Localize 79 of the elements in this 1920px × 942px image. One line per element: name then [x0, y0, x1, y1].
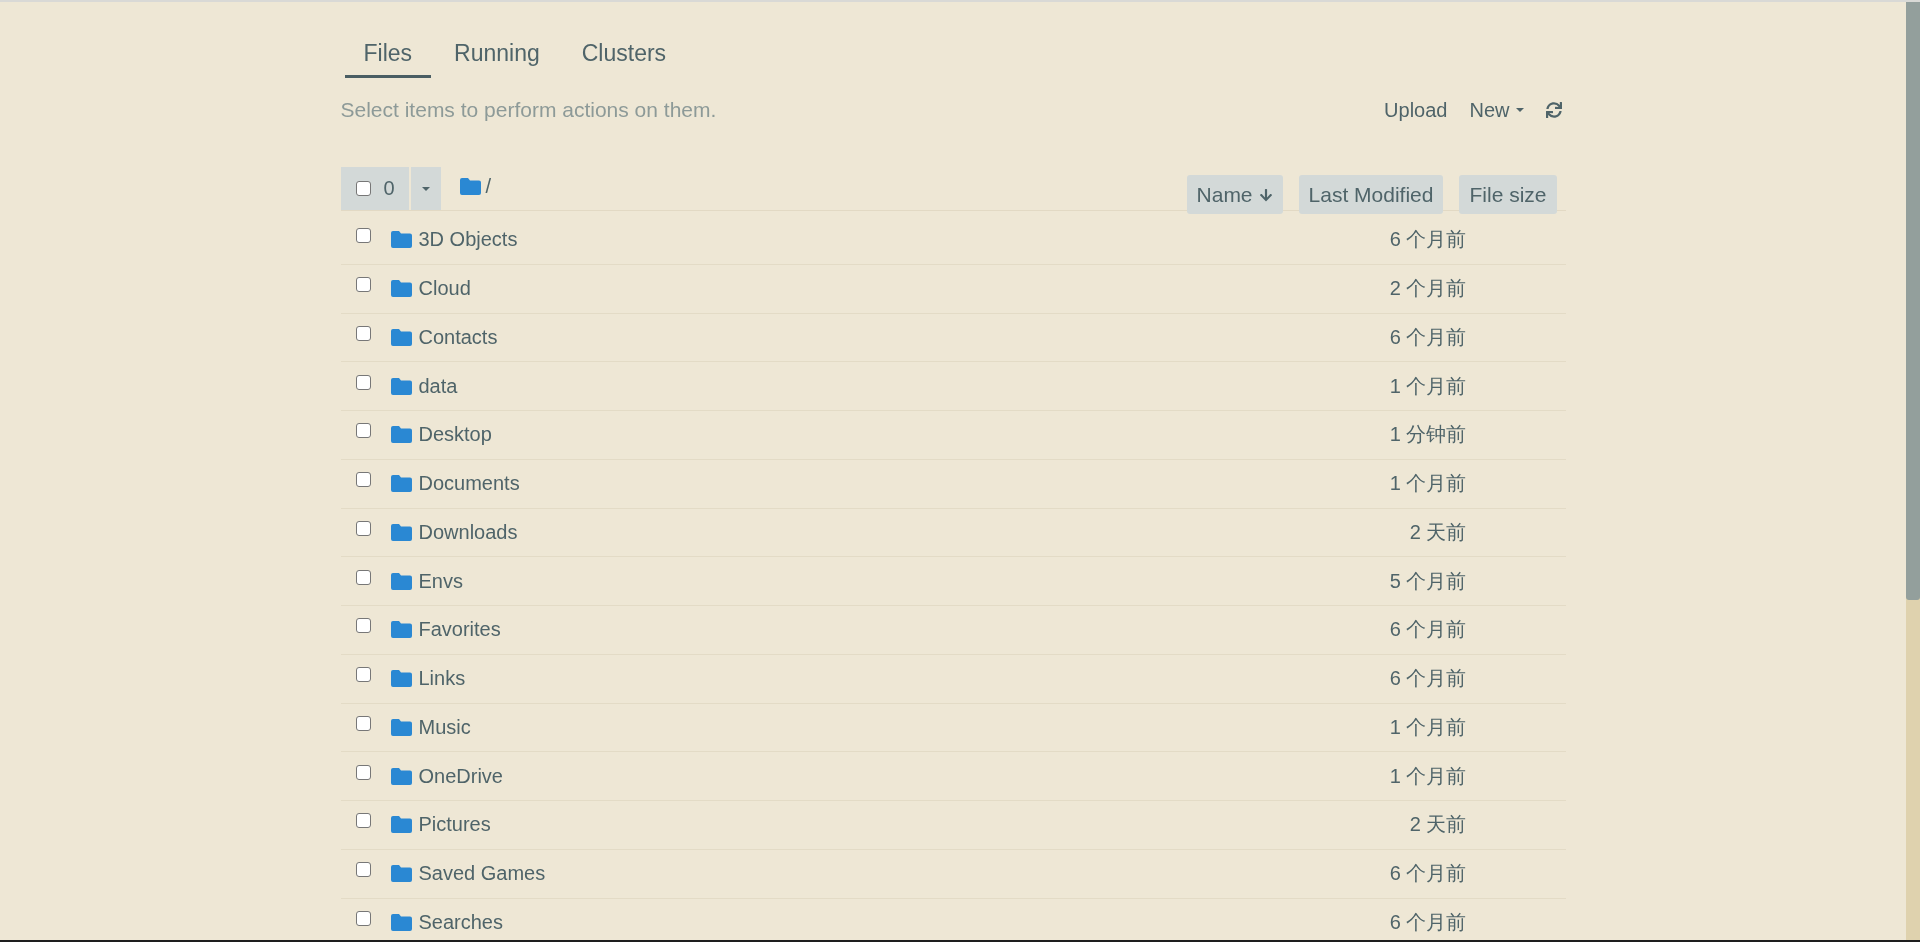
upload-button[interactable]: Upload	[1384, 98, 1448, 122]
checkbox[interactable]	[355, 910, 371, 926]
modified-time: 6 个月前	[1389, 909, 1467, 935]
modified-time: 6 个月前	[1389, 666, 1467, 692]
folder-icon	[390, 913, 412, 931]
checkbox[interactable]	[355, 569, 371, 585]
modified-time: 2 天前	[1409, 519, 1467, 545]
scrollbar[interactable]	[1906, 2, 1920, 940]
arrow-down-icon	[1258, 187, 1273, 202]
folder-icon	[390, 328, 412, 346]
tab[interactable]: Clusters	[562, 33, 686, 78]
refresh-icon[interactable]	[1545, 102, 1562, 118]
checkbox[interactable]	[355, 374, 371, 390]
checkbox[interactable]	[355, 423, 371, 439]
checkbox[interactable]	[355, 862, 371, 878]
folder-icon	[390, 426, 412, 444]
tab[interactable]: Running	[435, 33, 559, 78]
checkbox[interactable]	[355, 472, 371, 488]
modified-time: 6 个月前	[1389, 617, 1467, 643]
checkbox[interactable]	[355, 618, 371, 634]
checkbox[interactable]	[355, 667, 371, 683]
modified-time: 2 天前	[1409, 812, 1467, 838]
checkbox[interactable]	[355, 813, 371, 829]
caret-icon	[1515, 108, 1524, 112]
folder-icon	[390, 767, 412, 785]
folder-link[interactable]: Documents	[418, 472, 520, 496]
sort-button[interactable]: Last Modified	[1298, 175, 1444, 214]
folder-icon	[390, 523, 412, 541]
new-button[interactable]: New	[1469, 98, 1524, 122]
checkbox[interactable]	[355, 181, 371, 196]
modified-time: 1 个月前	[1389, 714, 1467, 740]
folder-link[interactable]: Contacts	[418, 325, 498, 349]
sort-button[interactable]: Name	[1186, 175, 1283, 214]
checkbox[interactable]	[355, 228, 371, 244]
modified-time: 6 个月前	[1389, 324, 1467, 350]
folder-link[interactable]: 3D Objects	[418, 228, 518, 252]
checkbox[interactable]	[355, 325, 371, 341]
folder-link[interactable]: data	[418, 374, 458, 398]
modified-time: 1 个月前	[1389, 471, 1467, 497]
modified-time: 6 个月前	[1389, 227, 1467, 253]
folder-link[interactable]: Pictures	[418, 813, 491, 837]
tab[interactable]: Files	[344, 33, 432, 78]
checkbox[interactable]	[355, 764, 371, 780]
checkbox[interactable]	[355, 277, 371, 293]
caret-icon	[421, 186, 430, 191]
folder-icon	[390, 865, 412, 883]
modified-time: 2 个月前	[1389, 276, 1467, 302]
folder-icon	[390, 475, 412, 493]
folder-link[interactable]: Downloads	[418, 520, 518, 544]
folder-link[interactable]: Desktop	[418, 423, 492, 447]
folder-link[interactable]: Saved Games	[418, 862, 546, 886]
folder-icon	[390, 572, 412, 590]
modified-time: 1 分钟前	[1389, 422, 1467, 448]
checkbox[interactable]	[355, 520, 371, 536]
modified-time: 6 个月前	[1389, 861, 1467, 887]
breadcrumb-link[interactable]: /	[483, 175, 494, 198]
folder-icon	[390, 231, 412, 249]
select-all-button[interactable]: 0	[340, 167, 409, 210]
folder-link[interactable]: Music	[418, 715, 471, 739]
folder-icon	[390, 377, 412, 395]
folder-icon	[390, 670, 412, 688]
folder-icon[interactable]	[459, 178, 481, 195]
folder-icon	[390, 280, 412, 298]
modified-time: 1 个月前	[1389, 763, 1467, 789]
folder-link[interactable]: Cloud	[418, 277, 471, 301]
hint-text: Select items to perform actions on them.	[340, 98, 717, 122]
folder-link[interactable]: Searches	[418, 910, 503, 934]
folder-icon	[390, 621, 412, 639]
checkbox[interactable]	[355, 715, 371, 731]
folder-link[interactable]: Envs	[418, 569, 463, 593]
folder-link[interactable]: Links	[418, 667, 466, 691]
sort-button[interactable]: File size	[1459, 175, 1557, 214]
scrollbar-thumb[interactable]	[1906, 2, 1920, 600]
folder-link[interactable]: Favorites	[418, 618, 501, 642]
modified-time: 1 个月前	[1389, 373, 1467, 399]
folder-icon	[390, 816, 412, 834]
modified-time: 5 个月前	[1389, 568, 1467, 594]
folder-icon	[390, 718, 412, 736]
folder-link[interactable]: OneDrive	[418, 764, 503, 788]
